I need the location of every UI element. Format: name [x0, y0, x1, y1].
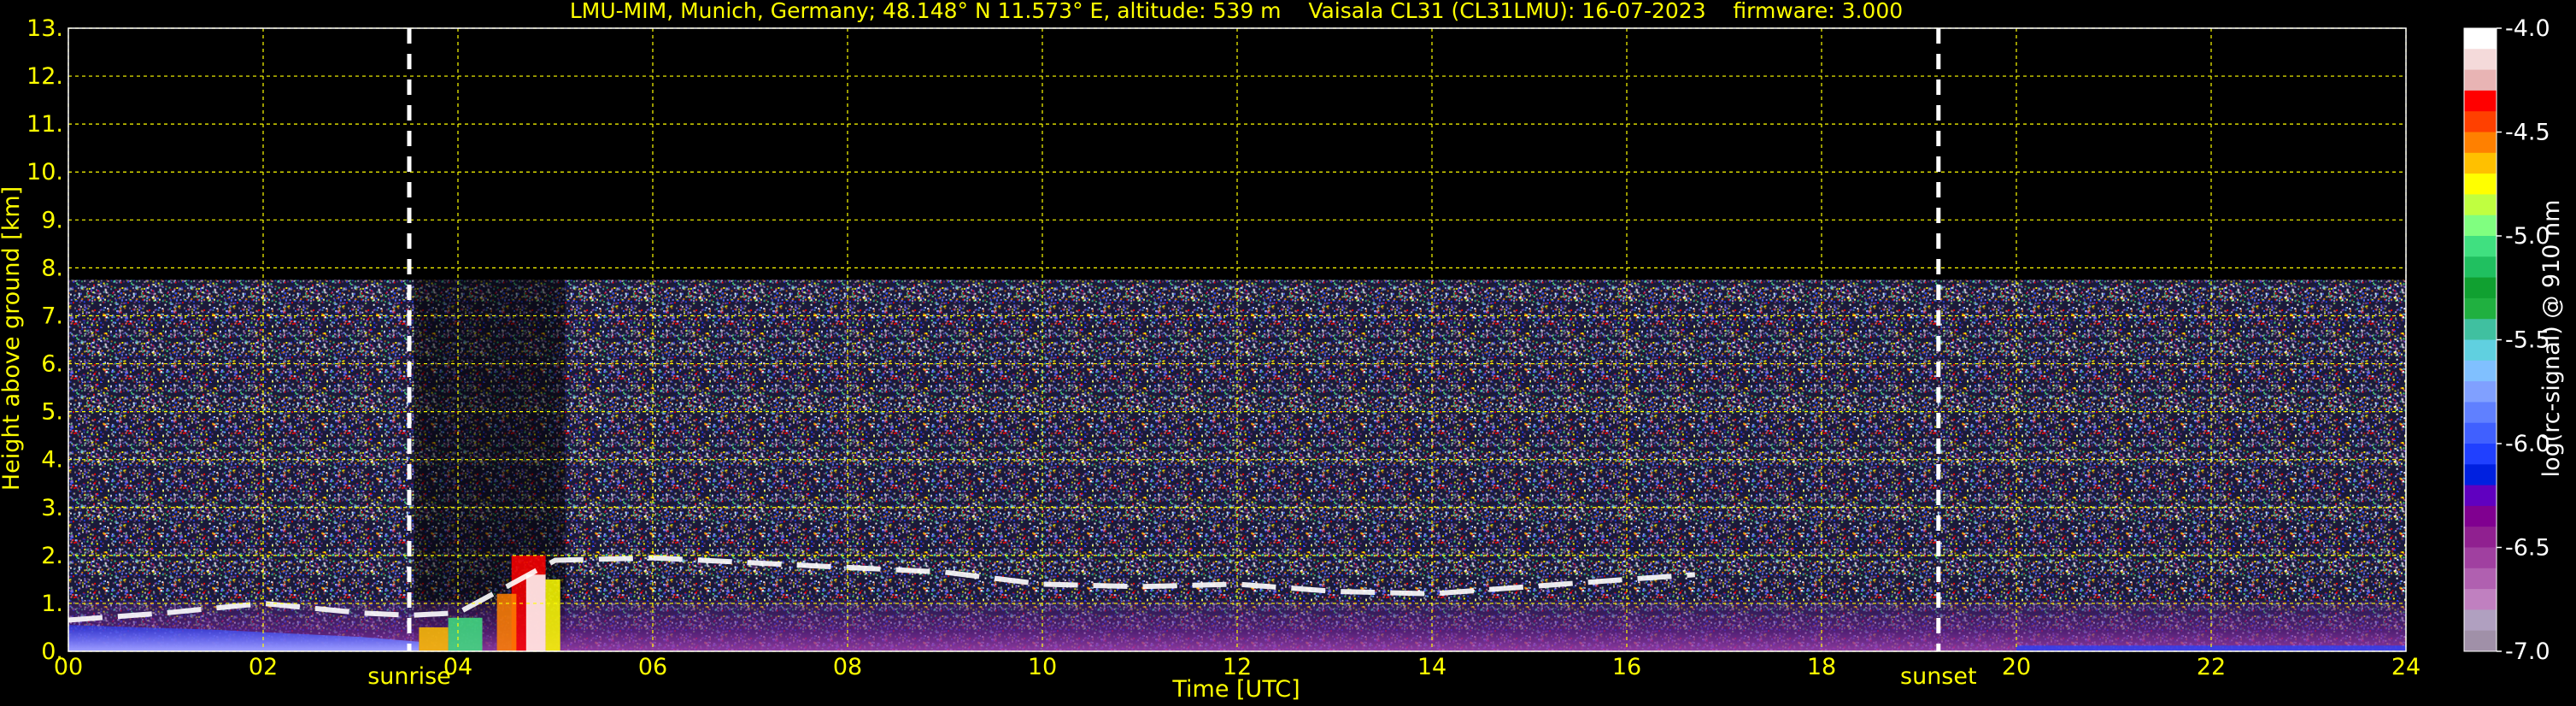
event-label: sunrise [367, 663, 451, 690]
y-axis-label: Height above ground [km] [0, 186, 25, 491]
colorbar-segment [2464, 319, 2497, 340]
ceilometer-chart: -4.0-4.5-5.0-5.5-6.0-6.5-7.0 LMU-MIM, Mu… [0, 0, 2565, 703]
chart-title: LMU-MIM, Munich, Germany; 48.148° N 11.5… [570, 0, 1903, 23]
colorbar-segment [2464, 485, 2497, 507]
x-tick-label: 16 [1612, 654, 1641, 680]
colorbar-segment [2464, 277, 2497, 299]
plot-area [67, 27, 2407, 652]
x-tick-label: 02 [249, 654, 278, 680]
colorbar-segment [2464, 90, 2497, 112]
cloud-signal-patch [525, 574, 546, 651]
colorbar-segment [2464, 256, 2497, 279]
event-label: sunset [1900, 663, 1977, 690]
colorbar-segment [2464, 630, 2497, 652]
cloud-signal-patch [448, 617, 483, 651]
colorbar-segment [2464, 111, 2497, 132]
colorbar-tick-label: -6.5 [2505, 535, 2550, 562]
colorbar-segment [2464, 589, 2497, 610]
x-tick-label: 10 [1028, 654, 1057, 680]
x-tick-label: 06 [638, 654, 667, 680]
y-tick-label: 4. [41, 447, 63, 474]
y-tick-label: 5. [41, 399, 63, 426]
colorbar-segment [2464, 547, 2497, 569]
y-tick-label: 7. [41, 303, 63, 329]
colorbar-tick-label: -4.5 [2505, 120, 2550, 146]
y-axis-ticks: 0. 1. 2. 3. 4. 5. 6. 7. 8. 9. 10. 11. 12. 13. [26, 15, 63, 665]
y-tick-label: 8. [41, 255, 63, 281]
colorbar-segment [2464, 132, 2497, 154]
colorbar-label: log(rc-signal) @ 910 nm [2538, 200, 2565, 478]
colorbar-segment [2464, 174, 2497, 195]
colorbar-segment [2464, 28, 2497, 50]
colorbar-segment [2464, 402, 2497, 424]
x-tick-label: 12 [1223, 654, 1252, 680]
colorbar-segment [2464, 464, 2497, 486]
colorbar-segment [2464, 297, 2497, 320]
colorbar-segment [2464, 49, 2497, 71]
x-tick-label: 08 [833, 654, 862, 680]
cloud-signal-patch [419, 627, 449, 651]
y-tick-label: 11. [26, 111, 63, 138]
cloud-signal-patch [545, 579, 560, 651]
y-tick-label: 3. [41, 495, 63, 521]
colorbar-segment [2464, 194, 2497, 216]
y-tick-label: 6. [41, 351, 63, 378]
colorbar: -4.0-4.5-5.0-5.5-6.0-6.5-7.0 [2463, 15, 2550, 665]
colorbar-segment [2464, 69, 2497, 91]
y-tick-label: 9. [41, 207, 63, 233]
colorbar-segment [2464, 505, 2497, 527]
colorbar-segment [2464, 422, 2497, 444]
y-tick-label: 10. [26, 159, 63, 185]
colorbar-segment [2464, 444, 2497, 465]
colorbar-segment [2464, 215, 2497, 237]
x-tick-label: 24 [2391, 654, 2421, 680]
y-tick-label: 1. [41, 591, 63, 617]
colorbar-segment [2464, 527, 2497, 548]
x-tick-label: 18 [1807, 654, 1836, 680]
colorbar-segment [2464, 152, 2497, 174]
colorbar-segment [2464, 339, 2497, 362]
y-tick-label: 13. [26, 15, 63, 42]
colorbar-tick-label: -7.0 [2505, 638, 2550, 665]
colorbar-segment [2464, 360, 2497, 382]
y-tick-label: 0. [41, 638, 63, 665]
y-tick-label: 12. [26, 63, 63, 90]
x-tick-label: 22 [2197, 654, 2226, 680]
colorbar-segment [2464, 609, 2497, 632]
colorbar-segment [2464, 236, 2497, 257]
cloud-signal-patch [496, 593, 517, 651]
colorbar-segment [2464, 568, 2497, 590]
x-tick-label: 14 [1417, 654, 1446, 680]
y-tick-label: 2. [41, 543, 63, 569]
colorbar-tick-label: -4.0 [2505, 15, 2550, 42]
colorbar-segment [2464, 381, 2497, 403]
x-tick-label: 20 [2002, 654, 2031, 680]
